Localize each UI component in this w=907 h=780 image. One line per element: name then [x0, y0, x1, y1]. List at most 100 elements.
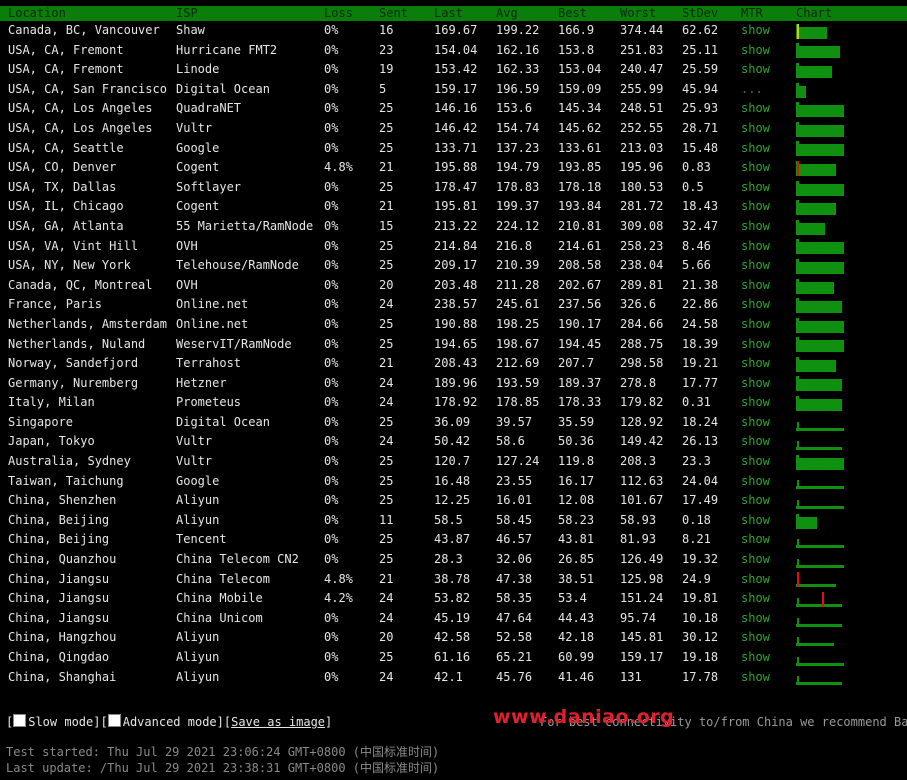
- mtr-show-link[interactable]: show: [741, 337, 770, 351]
- slow-mode-checkbox[interactable]: [13, 714, 27, 727]
- mtr-show-link[interactable]: show: [741, 415, 770, 429]
- mtr-show-link[interactable]: show: [741, 141, 770, 155]
- cell-location: USA, GA, Atlanta: [8, 218, 124, 233]
- mtr-show-link[interactable]: show: [741, 434, 770, 448]
- cell-chart: [788, 374, 907, 394]
- mtr-show-link[interactable]: show: [741, 611, 770, 625]
- cell-stdev: 22.86: [682, 297, 719, 312]
- cell-sent: 25: [379, 101, 394, 116]
- cell-location: China, Shenzhen: [8, 493, 117, 508]
- cell-stdev: 26.13: [682, 434, 719, 449]
- cell-last: 16.48: [434, 473, 471, 488]
- cell-sent: 25: [379, 532, 394, 547]
- mtr-show-link[interactable]: show: [741, 219, 770, 233]
- table-row: Norway, Sandefjord Terrahost 0% 21 208.43 212…: [0, 354, 907, 374]
- cell-stdev: 8.46: [682, 238, 711, 253]
- cell-isp: Hetzner: [176, 375, 227, 390]
- sparkline-bar: [796, 26, 827, 39]
- mtr-show-link[interactable]: show: [741, 591, 770, 605]
- cell-loss: 0%: [324, 532, 339, 547]
- latency-sparkline: [796, 376, 842, 392]
- advanced-mode-checkbox[interactable]: [107, 714, 121, 727]
- header-row: Location ISP Loss Sent Last Avg Best Wor…: [0, 6, 907, 21]
- cell-last: 189.96: [434, 375, 478, 390]
- latency-sparkline: [796, 317, 844, 333]
- mtr-show-link[interactable]: show: [741, 317, 770, 331]
- mtr-show-link[interactable]: show: [741, 62, 770, 76]
- latency-sparkline: [796, 180, 844, 196]
- cell-sent: 24: [379, 434, 394, 449]
- mtr-show-link[interactable]: show: [741, 180, 770, 194]
- cell-worst: 248.51: [620, 101, 664, 116]
- table-row: Taiwan, Taichung Google 0% 25 16.48 23.55 16.1…: [0, 472, 907, 492]
- cell-avg: 39.57: [496, 414, 533, 429]
- mtr-show-link[interactable]: show: [741, 199, 770, 213]
- cell-sent: 25: [379, 454, 394, 469]
- mtr-show-link[interactable]: show: [741, 493, 770, 507]
- sparkline-baseline: [796, 427, 844, 431]
- mtr-show-link[interactable]: show: [741, 650, 770, 664]
- sparkline-peak: [796, 62, 799, 67]
- mtr-show-link[interactable]: show: [741, 258, 770, 272]
- cell-stdev: 24.58: [682, 316, 719, 331]
- cell-isp: Terrahost: [176, 356, 242, 371]
- bracket: ][: [216, 715, 232, 729]
- latency-sparkline: [796, 676, 842, 686]
- cell-chart: [788, 432, 907, 452]
- cell-sent: 16: [379, 23, 394, 37]
- col-isp: ISP: [176, 6, 198, 20]
- table-row: China, Shenzhen Aliyun 0% 25 12.25 16.01 12.08…: [0, 491, 907, 511]
- cell-location: Italy, Milan: [8, 395, 95, 410]
- mtr-show-link[interactable]: show: [741, 552, 770, 566]
- latency-sparkline: [796, 23, 827, 39]
- latency-sparkline: [796, 239, 844, 255]
- mtr-show-link[interactable]: show: [741, 23, 770, 37]
- sparkline-baseline: [796, 584, 836, 588]
- cell-mtr: show: [733, 217, 788, 237]
- sparkline-loss-marker: [822, 592, 824, 608]
- cell-location: China, Jiangsu: [8, 571, 110, 586]
- cell-stdev: 0.31: [682, 395, 711, 410]
- cell-sent: 19: [379, 62, 394, 77]
- table-row: China, Hangzhou Aliyun 0% 20 42.58 52.58 42.18…: [0, 628, 907, 648]
- table-row: Netherlands, Nuland WeservIT/RamNode 0% 25 1…: [0, 335, 907, 355]
- cell-chart: [788, 80, 907, 100]
- cell-stdev: 30.12: [682, 630, 719, 645]
- mtr-show-link[interactable]: show: [741, 160, 770, 174]
- save-as-image-link[interactable]: Save as image: [231, 715, 325, 729]
- cell-loss: 4.8%: [324, 571, 353, 586]
- cell-worst: 255.99: [620, 81, 664, 96]
- mtr-show-link[interactable]: show: [741, 376, 770, 390]
- mtr-show-link[interactable]: show: [741, 101, 770, 115]
- cell-location: Japan, Tokyo: [8, 434, 95, 449]
- mtr-show-link[interactable]: show: [741, 297, 770, 311]
- sparkline-bar: [796, 359, 836, 372]
- cell-stdev: 24.9: [682, 571, 711, 586]
- mtr-show-link[interactable]: show: [741, 395, 770, 409]
- table-row: China, Beijing Tencent 0% 25 43.87 46.57 43.81…: [0, 530, 907, 550]
- cell-loss: 0%: [324, 375, 339, 390]
- mtr-show-link[interactable]: show: [741, 572, 770, 586]
- mtr-show-link[interactable]: show: [741, 454, 770, 468]
- cell-best: 194.45: [558, 336, 602, 351]
- mtr-show-link[interactable]: show: [741, 513, 770, 527]
- cell-location: USA, CA, Los Angeles: [8, 101, 153, 116]
- cell-chart: [788, 511, 907, 531]
- cell-stdev: 24.04: [682, 473, 719, 488]
- mtr-show-link[interactable]: show: [741, 43, 770, 57]
- cell-avg: 196.59: [496, 81, 540, 96]
- cell-worst: 252.55: [620, 120, 664, 135]
- mtr-show-link[interactable]: show: [741, 670, 770, 684]
- mtr-show-link[interactable]: show: [741, 278, 770, 292]
- cell-worst: 159.17: [620, 650, 664, 664]
- cell-best: 190.17: [558, 316, 602, 331]
- sparkline-loss-marker: [797, 160, 799, 176]
- mtr-show-link[interactable]: show: [741, 474, 770, 488]
- mtr-show-link[interactable]: show: [741, 532, 770, 546]
- mtr-show-link[interactable]: show: [741, 121, 770, 135]
- mtr-show-link[interactable]: show: [741, 630, 770, 644]
- cell-chart: [788, 41, 907, 61]
- mtr-show-link[interactable]: show: [741, 239, 770, 253]
- mtr-show-link[interactable]: show: [741, 356, 770, 370]
- cell-last: 42.1: [434, 669, 463, 684]
